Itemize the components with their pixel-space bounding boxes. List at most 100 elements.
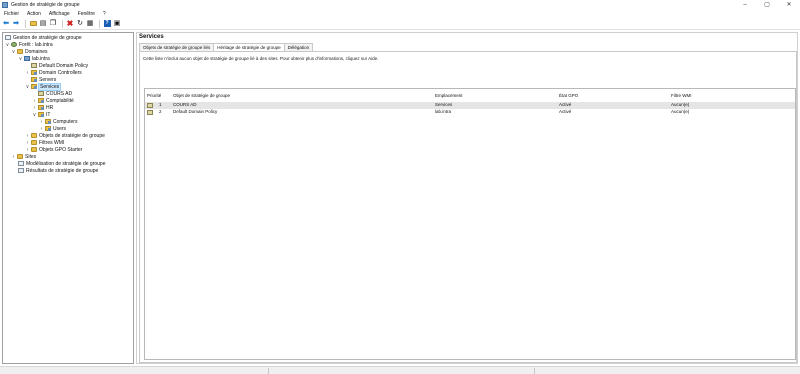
menu-action[interactable]: Action [23,11,45,17]
tree-domain-controllers[interactable]: › Domain Controllers [25,69,82,76]
refresh-icon[interactable]: ↻ [76,20,84,28]
delete-icon[interactable]: ✖ [66,19,74,28]
table-row[interactable]: 1 COURS AD Services Activé Aucun(e) [145,102,795,109]
list-header: Priorité Objet de stratégie de groupe Em… [145,93,795,100]
row-gpo: Default Domain Policy [173,109,218,114]
tree-forest[interactable]: ∨ Forêt : lab.intra [5,41,53,48]
status-divider [534,368,535,374]
collapse-icon[interactable]: ∨ [5,42,10,48]
row-priority: 1 [159,102,162,107]
tree-default-domain-policy[interactable]: Default Domain Policy [31,62,88,69]
collapse-icon[interactable]: ∨ [32,112,37,118]
help-icon[interactable]: ? [103,20,111,28]
tree-servers[interactable]: Servers [31,76,56,83]
expand-icon[interactable]: › [25,133,30,139]
row-state: Activé [559,102,572,107]
menu-fichier[interactable]: Fichier [0,11,23,17]
ou-icon [38,105,44,110]
up-folder-icon[interactable] [29,20,37,28]
expand-icon[interactable]: › [39,119,44,125]
menu-bar: Fichier Action Affichage Fenêtre ? [0,9,800,18]
toolbar-separator [62,19,63,28]
menu-help[interactable]: ? [99,11,110,17]
tree-modeling[interactable]: Modélisation de stratégie de groupe [18,160,106,167]
toolbar: ⬅ ➡ ▤ ❐ ✖ ↻ ▦ ? ▣ [0,18,800,30]
menu-fenetre[interactable]: Fenêtre [74,11,99,17]
app-icon [2,1,8,8]
expand-icon[interactable]: › [39,126,44,132]
tree-cours-ad[interactable]: COURS AD [38,90,72,97]
back-arrow-icon[interactable]: ⬅ [2,20,10,28]
domain-icon [24,56,30,61]
tree-results[interactable]: Résultats de stratégie de groupe [18,167,98,174]
tree-comptabilite[interactable]: › Comptabilité [32,97,74,104]
column-gpo[interactable]: Objet de stratégie de groupe [173,93,230,98]
show-tree-icon[interactable]: ▤ [39,20,47,28]
tree-sites[interactable]: › Sites [11,153,36,160]
collapse-icon[interactable]: ∨ [11,49,16,55]
tab-panel: Cette liste n'inclut aucun objet de stra… [139,51,797,363]
modeling-icon [18,161,24,166]
menu-affichage[interactable]: Affichage [45,11,74,17]
row-wmi: Aucun(e) [671,102,690,107]
expand-icon[interactable]: › [25,70,30,76]
column-location[interactable]: Emplacement [435,93,463,98]
tab-delegation[interactable]: Délégation [283,43,314,51]
window-controls: – ▢ ✕ [734,0,800,9]
status-bar [0,366,800,374]
column-priority[interactable]: Priorité [147,93,161,98]
window-title: Gestion de stratégie de groupe [11,1,80,8]
toolbar-separator [99,19,100,28]
copy-icon[interactable]: ❐ [49,20,57,28]
expand-icon[interactable]: › [32,98,37,104]
expand-icon[interactable]: › [11,154,16,160]
results-icon [18,168,24,173]
row-gpo: COURS AD [173,102,197,107]
expand-icon[interactable]: › [25,140,30,146]
folder-icon [31,140,37,145]
row-state: Activé [559,109,572,114]
tree-domain-lab-intra[interactable]: ∨ lab.intra [18,55,50,62]
maximize-button[interactable]: ▢ [756,0,778,9]
tree-domains[interactable]: ∨ Domaines [11,48,48,55]
column-gpo-state[interactable]: État GPO [559,93,578,98]
page-title: Services [139,34,164,40]
ou-icon [45,126,51,131]
tree-it[interactable]: ∨ IT [32,111,51,118]
close-button[interactable]: ✕ [778,0,800,9]
row-location: Services [435,102,453,107]
minimize-button[interactable]: – [734,0,756,9]
properties-icon[interactable]: ▣ [113,20,121,28]
folder-icon [17,49,23,54]
tree-starter-gpo[interactable]: › Objets GPO Starter [25,146,83,153]
collapse-icon[interactable]: ∨ [25,84,30,90]
table-row[interactable]: 2 Default Domain Policy lab.intra Activé… [145,109,795,116]
tab-strip: Objets de stratégie de groupe liés Hérit… [139,43,314,51]
toolbar-separator [25,19,26,28]
ou-icon [31,70,37,75]
row-wmi: Aucun(e) [671,109,690,114]
tree-services[interactable]: ∨ Services [25,82,62,91]
tree-wmi-filters[interactable]: › Filtres WMI [25,139,65,146]
column-wmi-filter[interactable]: Filtre WMI [671,93,692,98]
tree-computers[interactable]: › Computers [39,118,78,125]
expand-icon[interactable]: › [32,105,37,111]
tree-users[interactable]: › Users [39,125,66,132]
ou-icon [45,119,51,124]
collapse-icon[interactable]: ∨ [18,56,23,62]
tree-root[interactable]: Gestion de stratégie de groupe [5,34,82,41]
forward-arrow-icon[interactable]: ➡ [12,20,20,28]
tab-linked-gpos[interactable]: Objets de stratégie de groupe liés [139,43,215,51]
folder-icon [31,133,37,138]
tree-hr[interactable]: › HR [32,104,54,111]
export-icon[interactable]: ▦ [86,20,94,28]
row-location: lab.intra [435,109,452,114]
info-text: Cette liste n'inclut aucun objet de stra… [143,56,379,61]
ou-icon [31,84,37,89]
gpo-icon [147,103,153,108]
expand-icon[interactable]: › [25,147,30,153]
gpo-icon [147,110,153,115]
tree-gpo-objects[interactable]: › Objets de stratégie de groupe [25,132,105,139]
details-pane: Services Objets de stratégie de groupe l… [136,32,798,364]
tab-gp-inheritance[interactable]: Héritage de stratégie de groupe [213,43,285,51]
